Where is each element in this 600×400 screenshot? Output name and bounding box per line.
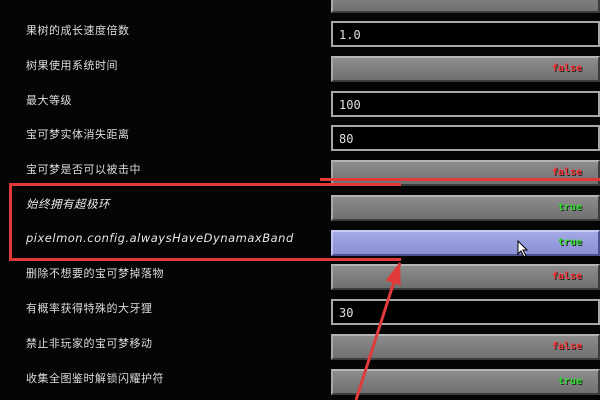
mouse-cursor-icon [517,240,529,258]
annotation-arrow [354,262,402,400]
